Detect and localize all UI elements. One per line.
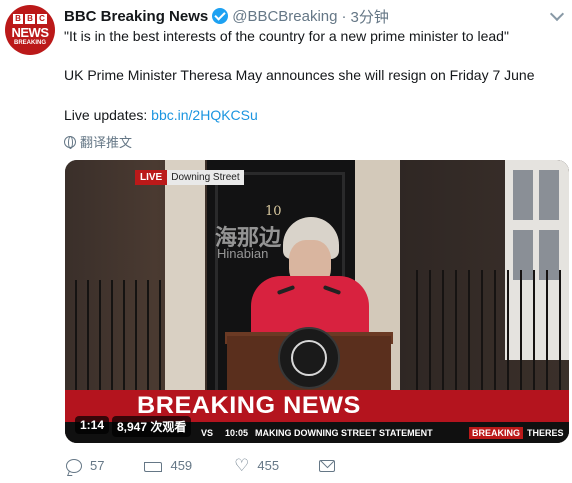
- avatar-news-text: NEWS: [11, 25, 50, 40]
- live-location-strap: LIVE Downing Street: [135, 170, 244, 185]
- direct-message-icon: [319, 459, 336, 472]
- reply-count: 57: [90, 458, 105, 473]
- avatar-breaking-text: BREAKING: [13, 40, 46, 46]
- watermark-en: Hinabian: [217, 246, 269, 261]
- reply-icon: [66, 458, 82, 473]
- retweet-button[interactable]: 459: [144, 458, 192, 473]
- translate-tweet-button[interactable]: 翻译推文: [64, 132, 132, 151]
- avatar-bbc-blocks: B B C: [5, 14, 55, 24]
- globe-icon: [64, 135, 76, 149]
- tweet-text-announcement: UK Prime Minister Theresa May announces …: [64, 67, 535, 83]
- author-handle[interactable]: @BBCBreaking: [232, 8, 337, 25]
- location-label: Downing Street: [167, 170, 244, 185]
- like-count: 455: [257, 458, 280, 473]
- tweet-text-quote: "It is in the best interests of the coun…: [64, 28, 509, 44]
- ticker-breaking-badge: BREAKING: [469, 426, 524, 439]
- microphones: [276, 285, 347, 295]
- chevron-down-icon[interactable]: [549, 6, 565, 22]
- ticker-left-fragment: VS: [201, 427, 214, 438]
- royal-crest-icon: [278, 327, 340, 389]
- tweet-text-live-updates: Live updates: bbc.in/2HQKCSu: [64, 107, 258, 123]
- like-icon: ♡: [234, 455, 250, 475]
- verified-badge-icon: [212, 8, 229, 24]
- translate-label: 翻译推文: [80, 135, 133, 150]
- tweet-actions: 57 459 ♡ 455: [66, 455, 375, 475]
- retweet-icon: [144, 460, 163, 472]
- direct-message-button[interactable]: [319, 459, 336, 472]
- door-number: 10: [265, 204, 282, 219]
- ticker-headline: MAKING DOWNING STREET STATEMENT: [255, 427, 433, 438]
- live-badge: LIVE: [135, 170, 168, 185]
- tweet-header: BBC Breaking News @BBCBreaking · 3分钟: [64, 6, 389, 26]
- video-duration: 1:14: [75, 416, 110, 434]
- ticker-right-fragment: THERES: [527, 427, 564, 438]
- separator-dot: ·: [341, 7, 347, 25]
- avatar-letter: B: [13, 14, 23, 24]
- video-scene-railing-right: [405, 270, 569, 390]
- video-view-count: 8,947 次观看: [112, 416, 192, 437]
- retweet-count: 459: [170, 458, 193, 473]
- live-updates-link[interactable]: bbc.in/2HQKCSu: [151, 107, 258, 123]
- avatar-letter: C: [37, 14, 47, 24]
- tweet-time[interactable]: 3分钟: [351, 6, 389, 27]
- avatar-letter: B: [25, 14, 35, 24]
- avatar[interactable]: B B C NEWS BREAKING: [5, 5, 55, 55]
- video-player[interactable]: 10 海那边 Hinabian LIVE Downing Street BREA…: [65, 160, 569, 443]
- author-name[interactable]: BBC Breaking News: [64, 8, 208, 25]
- ticker-clock: 10:05: [225, 427, 249, 438]
- like-button[interactable]: ♡ 455: [234, 455, 280, 475]
- live-updates-label: Live updates:: [64, 107, 152, 123]
- reply-button[interactable]: 57: [66, 458, 104, 473]
